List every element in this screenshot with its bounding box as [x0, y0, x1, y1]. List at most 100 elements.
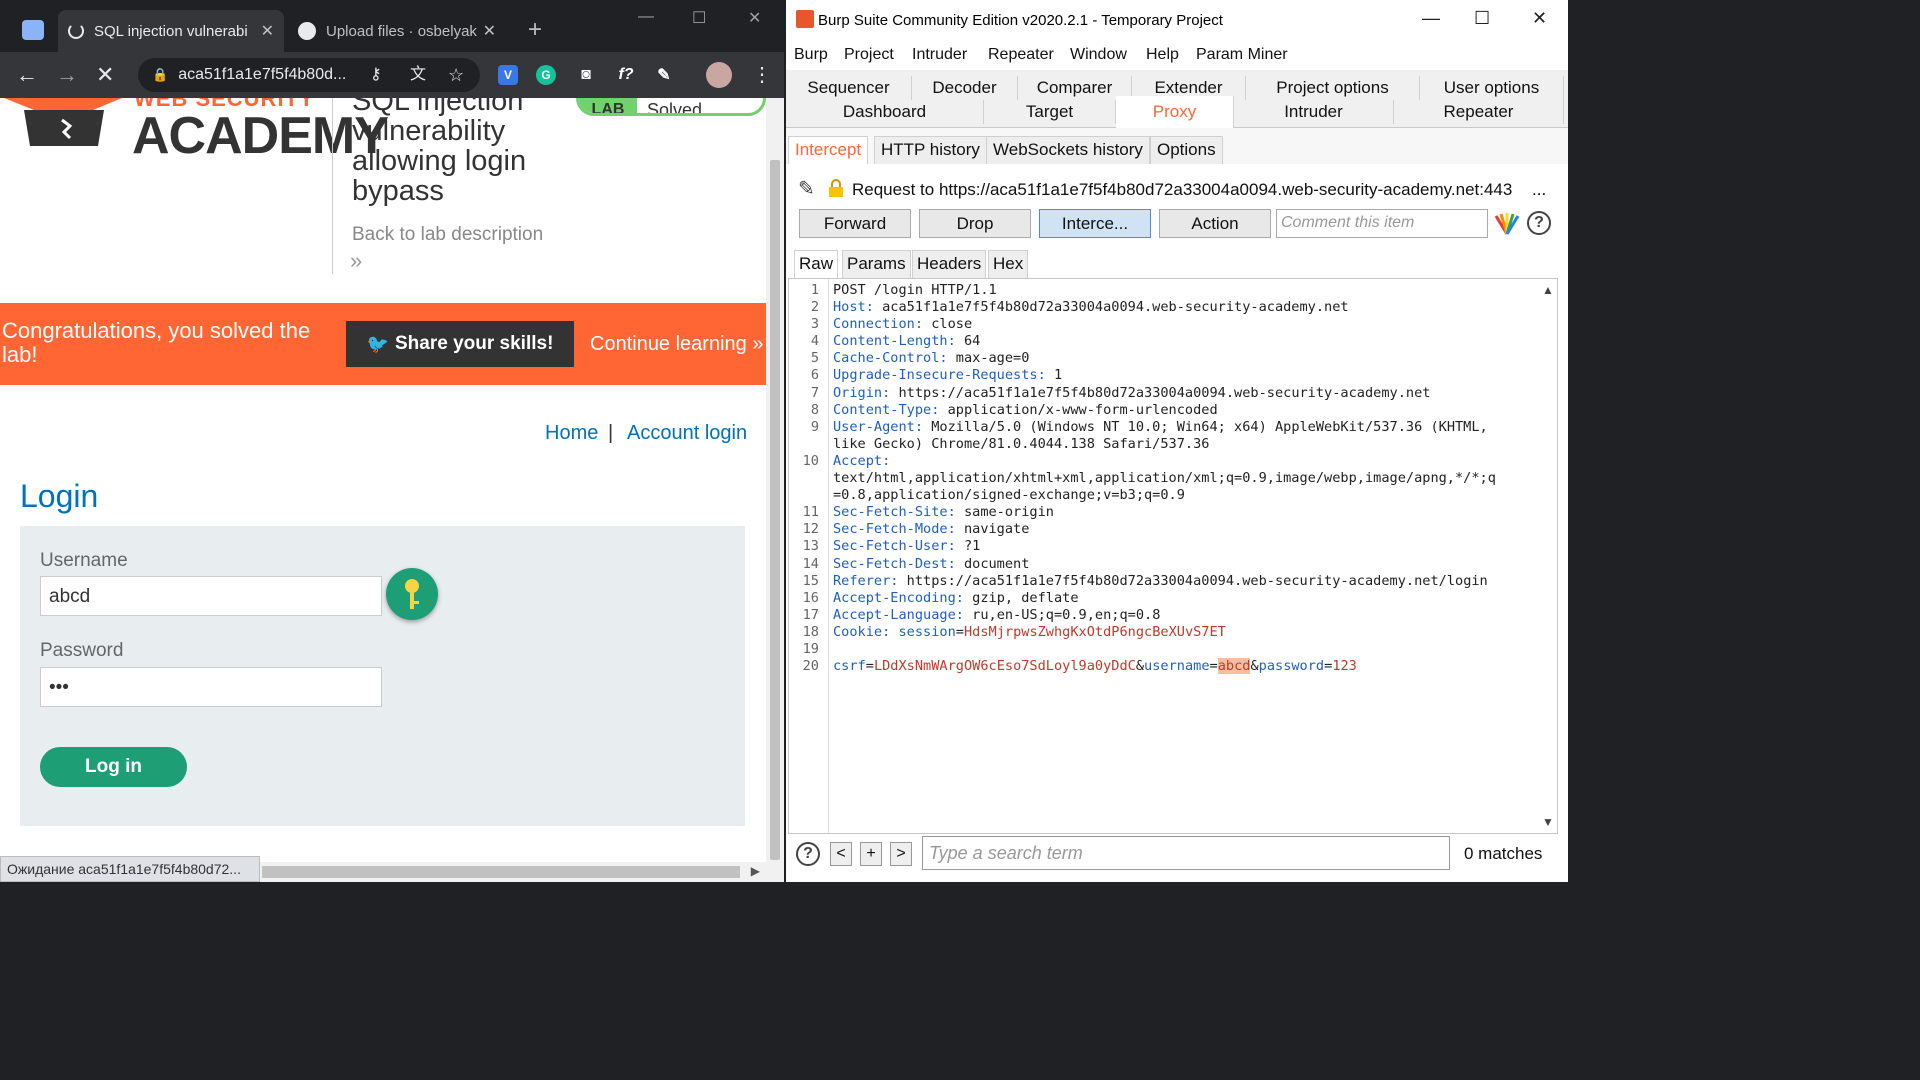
tab-comparer[interactable]: Comparer: [1018, 76, 1132, 100]
drop-button[interactable]: Drop: [919, 209, 1031, 238]
translate-icon[interactable]: 文: [410, 64, 426, 86]
close-window-icon[interactable]: ✕: [1532, 8, 1547, 29]
stop-loading-icon[interactable]: ✕: [96, 64, 114, 86]
login-form: Username abcd Password ••• Log in: [20, 526, 745, 826]
menu-window[interactable]: Window: [1070, 46, 1127, 64]
highlight-color-icon[interactable]: [1494, 212, 1520, 236]
v-extension-icon[interactable]: V: [498, 65, 518, 85]
request-line: 15 Referer: https://aca51f1a1e7f5f4b80d72…: [789, 573, 1549, 590]
tab-raw[interactable]: Raw: [794, 250, 839, 278]
token: =0.8,application/signed-exchange;v=b3;q=…: [833, 487, 1185, 504]
action-button[interactable]: Action: [1159, 209, 1271, 238]
search-options-button[interactable]: +: [860, 842, 882, 866]
help-icon[interactable]: ?: [1527, 211, 1551, 235]
grammarly-icon[interactable]: G: [536, 65, 556, 85]
key-icon[interactable]: ⚷: [370, 64, 382, 86]
search-input[interactable]: Type a search term: [922, 836, 1450, 870]
tab-websockets-history[interactable]: WebSockets history: [986, 136, 1150, 164]
minimize-icon[interactable]: —: [638, 8, 654, 26]
close-tab-icon[interactable]: ✕: [261, 21, 274, 41]
menu-project[interactable]: Project: [844, 46, 894, 64]
tab-options[interactable]: Options: [1150, 136, 1223, 164]
token: 1: [1045, 367, 1063, 384]
tab-headers[interactable]: Headers: [912, 250, 987, 278]
pencil-icon[interactable]: ✎: [798, 176, 815, 201]
tab-repeater[interactable]: Repeater: [1394, 100, 1564, 124]
continue-learning-link[interactable]: Continue learning »: [590, 333, 763, 356]
request-line: text/html,application/xhtml+xml,applicat…: [789, 470, 1549, 487]
menu-kebab-icon[interactable]: ⋮: [752, 64, 772, 86]
scroll-right-icon[interactable]: ▶: [751, 864, 760, 878]
search-next-button[interactable]: >: [890, 842, 912, 866]
nav-account-login-link[interactable]: Account login: [627, 422, 747, 445]
function-extension-icon[interactable]: f?: [616, 65, 636, 85]
menu-param-miner[interactable]: Param Miner: [1196, 46, 1288, 64]
forward-button[interactable]: Forward: [799, 209, 911, 238]
menu-repeater[interactable]: Repeater: [988, 46, 1054, 64]
maximize-icon[interactable]: ☐: [1474, 8, 1490, 29]
profile-avatar[interactable]: [706, 62, 732, 88]
tab-user-options[interactable]: User options: [1420, 76, 1564, 100]
tab-project-options[interactable]: Project options: [1246, 76, 1420, 100]
tab-dashboard[interactable]: Dashboard: [786, 100, 984, 124]
scroll-up-icon[interactable]: ▲: [1542, 283, 1554, 297]
line-number: 15: [802, 572, 819, 589]
request-line: 10 Accept:: [789, 453, 1549, 470]
menu-intruder[interactable]: Intruder: [912, 46, 967, 64]
tab-intruder[interactable]: Intruder: [1234, 100, 1394, 124]
more-icon[interactable]: ...: [1532, 180, 1546, 200]
username-input[interactable]: abcd: [40, 576, 382, 616]
burp-window: Burp Suite Community Edition v2020.2.1 -…: [786, 0, 1568, 882]
page-scrollbar[interactable]: [766, 98, 784, 882]
scrollbar-thumb[interactable]: [770, 160, 780, 860]
password-input[interactable]: •••: [40, 667, 382, 707]
tab-decoder[interactable]: Decoder: [912, 76, 1018, 100]
logo-academy[interactable]: ACADEMY: [132, 106, 389, 166]
menu-help[interactable]: Help: [1146, 46, 1179, 64]
maximize-icon[interactable]: ☐: [692, 8, 706, 28]
request-line: 5 Cache-Control: max-age=0: [789, 350, 1549, 367]
token: Accept:: [833, 452, 891, 469]
search-previous-button[interactable]: <: [830, 842, 852, 866]
close-tab-icon[interactable]: ✕: [483, 21, 496, 41]
tab-upload-files[interactable]: Upload files · osbelyak ✕: [288, 10, 506, 52]
tab-http-history[interactable]: HTTP history: [874, 136, 987, 164]
pen-extension-icon[interactable]: ✎: [654, 65, 674, 85]
scrollbar-thumb[interactable]: [262, 866, 740, 878]
line-number: 2: [810, 299, 819, 316]
comment-input[interactable]: Comment this item: [1276, 209, 1488, 238]
forward-arrow-icon[interactable]: →: [56, 64, 78, 86]
star-icon[interactable]: ☆: [448, 64, 464, 86]
line-content: Accept:: [833, 453, 890, 470]
tab-title: Upload files · osbelyak: [326, 22, 477, 40]
line-number: 8: [810, 401, 819, 418]
minimize-icon[interactable]: —: [1422, 8, 1440, 29]
camera-icon[interactable]: ◙: [576, 65, 596, 85]
login-button[interactable]: Log in: [40, 747, 187, 787]
request-editor[interactable]: 1 POST /login HTTP/1.1 2 Host: aca51f1a1e7f…: [788, 278, 1558, 834]
tab-params[interactable]: Params: [842, 250, 911, 278]
tab-proxy[interactable]: Proxy: [1116, 96, 1234, 128]
tab-intercept[interactable]: Intercept: [788, 136, 869, 164]
share-skills-button[interactable]: 🐦 Share your skills!: [346, 321, 574, 367]
scroll-down-icon[interactable]: ▼: [1542, 815, 1554, 829]
tab-target[interactable]: Target: [984, 100, 1116, 124]
new-tab-button[interactable]: +: [528, 18, 542, 42]
password-manager-key-icon[interactable]: [386, 568, 438, 620]
tab-hex[interactable]: Hex: [988, 250, 1029, 278]
tab-search-button[interactable]: [22, 20, 44, 40]
tab-sql-injection[interactable]: SQL injection vulnerabi ✕: [58, 10, 284, 52]
token: navigate: [955, 521, 1030, 538]
back-arrow-icon[interactable]: ←: [16, 64, 38, 86]
intercept-toggle-button[interactable]: Interce...: [1039, 209, 1151, 238]
address-bar[interactable]: 🔒 aca51f1a1e7f5f4b80d...: [138, 58, 480, 92]
editor-scrollbar[interactable]: ▲ ▼: [1539, 279, 1557, 833]
search-help-icon[interactable]: ?: [796, 842, 820, 866]
nav-home-link[interactable]: Home: [545, 422, 598, 445]
menu-burp[interactable]: Burp: [794, 46, 828, 64]
back-to-lab-link[interactable]: Back to lab description: [352, 224, 543, 246]
line-number: 18: [802, 623, 819, 640]
tab-sequencer[interactable]: Sequencer: [786, 76, 912, 100]
close-window-icon[interactable]: ✕: [748, 8, 761, 28]
token: User-Agent:: [833, 418, 924, 435]
